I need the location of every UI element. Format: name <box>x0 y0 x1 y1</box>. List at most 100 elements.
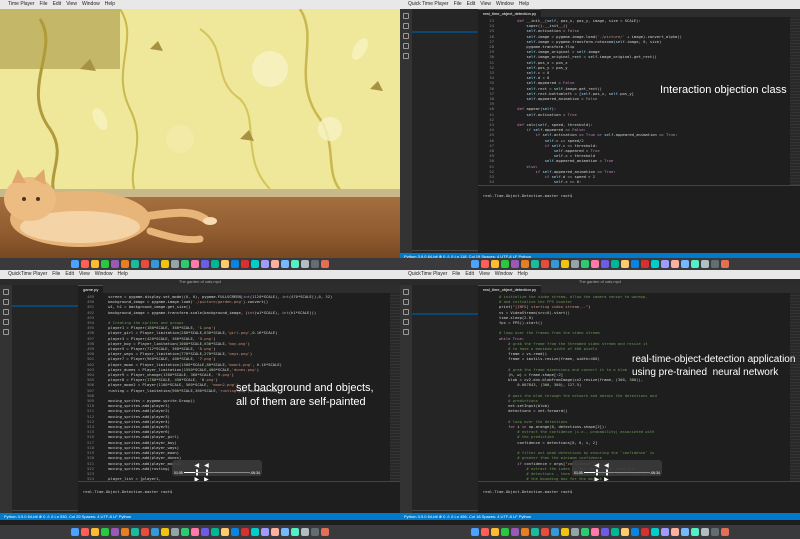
menu-item[interactable]: Edit <box>465 271 474 277</box>
dock-app-icon[interactable] <box>551 260 559 268</box>
menu-item[interactable]: View <box>79 271 90 277</box>
dock-app-icon[interactable] <box>121 528 129 536</box>
dock-app-icon[interactable] <box>101 528 109 536</box>
dock-app-icon[interactable] <box>201 260 209 268</box>
dock-app-icon[interactable] <box>231 528 239 536</box>
cat-video[interactable] <box>0 9 400 261</box>
dock-app-icon[interactable] <box>141 528 149 536</box>
terminal-prompt[interactable]: real-Time-Object-Detection-master root$ <box>78 487 400 496</box>
menu-item[interactable]: Window <box>95 271 113 277</box>
files-icon[interactable] <box>403 13 409 19</box>
dock-app-icon[interactable] <box>211 528 219 536</box>
dock-app-icon[interactable] <box>131 260 139 268</box>
dock-app-icon[interactable] <box>241 260 249 268</box>
dock-app-icon[interactable] <box>221 260 229 268</box>
menu-item[interactable]: View <box>66 1 77 7</box>
search-icon[interactable] <box>3 299 9 305</box>
dock-app-icon[interactable] <box>491 260 499 268</box>
dock-app-icon[interactable] <box>181 528 189 536</box>
source-control-icon[interactable] <box>3 309 9 315</box>
files-icon[interactable] <box>403 289 409 295</box>
dock-app-icon[interactable] <box>551 528 559 536</box>
dock-app-icon[interactable] <box>651 528 659 536</box>
dock-app-icon[interactable] <box>591 260 599 268</box>
dock-app-icon[interactable] <box>271 528 279 536</box>
extensions-icon[interactable] <box>403 53 409 59</box>
search-icon[interactable] <box>403 23 409 29</box>
editor-tab[interactable]: real_time_object_detection.py <box>478 9 542 17</box>
code-text[interactable]: frame = imutils.resize(frame, width=400) <box>499 356 599 361</box>
dock-app-icon[interactable] <box>531 260 539 268</box>
dock-app-icon[interactable] <box>611 260 619 268</box>
dock-app-icon[interactable] <box>631 528 639 536</box>
dock-app-icon[interactable] <box>91 260 99 268</box>
dock-app-icon[interactable] <box>201 528 209 536</box>
code-editor[interactable]: real_time_object_detection.py # initiali… <box>478 285 800 481</box>
dock-app-icon[interactable] <box>661 260 669 268</box>
dock-app-icon[interactable] <box>691 528 699 536</box>
dock-app-icon[interactable] <box>171 260 179 268</box>
dock-app-icon[interactable] <box>671 260 679 268</box>
dock-app-icon[interactable] <box>521 260 529 268</box>
menu-item[interactable]: Help <box>518 271 528 277</box>
dock-app-icon[interactable] <box>721 528 729 536</box>
debug-icon[interactable] <box>3 319 9 325</box>
dock-app-icon[interactable] <box>81 528 89 536</box>
menu-item[interactable]: File <box>52 271 60 277</box>
dock-app-icon[interactable] <box>191 260 199 268</box>
dock-app-icon[interactable] <box>471 528 479 536</box>
dock-app-icon[interactable] <box>571 260 579 268</box>
dock-app-icon[interactable] <box>671 528 679 536</box>
dock-app-icon[interactable] <box>271 260 279 268</box>
extensions-icon[interactable] <box>3 329 9 335</box>
debug-icon[interactable] <box>403 319 409 325</box>
menu-item[interactable]: File <box>452 271 460 277</box>
code-area[interactable]: 23 def __init__(self, pos_x, pos_y, imag… <box>478 17 800 185</box>
dock-app-icon[interactable] <box>561 528 569 536</box>
dock-app-icon[interactable] <box>721 260 729 268</box>
dock-app-icon[interactable] <box>621 260 629 268</box>
dock-app-icon[interactable] <box>261 528 269 536</box>
dock-app-icon[interactable] <box>481 528 489 536</box>
dock-app-icon[interactable] <box>611 528 619 536</box>
menu-item[interactable]: QuickTime Player <box>408 271 447 277</box>
dock-app-icon[interactable] <box>491 528 499 536</box>
dock-app-icon[interactable] <box>111 528 119 536</box>
dock-app-icon[interactable] <box>521 528 529 536</box>
dock-app-icon[interactable] <box>701 528 709 536</box>
menu-item[interactable]: View <box>480 1 491 7</box>
dock-app-icon[interactable] <box>321 260 329 268</box>
dock-app-icon[interactable] <box>681 528 689 536</box>
dock-app-icon[interactable] <box>541 528 549 536</box>
dock-app-icon[interactable] <box>291 260 299 268</box>
dock-app-icon[interactable] <box>91 528 99 536</box>
debug-icon[interactable] <box>403 43 409 49</box>
dock-app-icon[interactable] <box>211 260 219 268</box>
dock-app-icon[interactable] <box>171 528 179 536</box>
menu-item[interactable]: View <box>479 271 490 277</box>
dock-app-icon[interactable] <box>241 528 249 536</box>
dock-app-icon[interactable] <box>641 528 649 536</box>
dock-app-icon[interactable] <box>191 528 199 536</box>
terminal-prompt[interactable]: real-Time-Object-Detection-master root$ <box>478 191 800 200</box>
dock-app-icon[interactable] <box>121 260 129 268</box>
menu-item[interactable]: Help <box>118 271 128 277</box>
menu-item[interactable]: Edit <box>467 1 476 7</box>
dock-app-icon[interactable] <box>711 260 719 268</box>
dock-app-icon[interactable] <box>511 260 519 268</box>
file-tree-item[interactable] <box>412 39 478 41</box>
menu-item[interactable]: Help <box>105 1 115 7</box>
menu-item[interactable]: Help <box>519 1 529 7</box>
dock-app-icon[interactable] <box>471 260 479 268</box>
minimap[interactable] <box>790 17 800 185</box>
minimap[interactable] <box>390 293 400 481</box>
file-tree-item[interactable] <box>412 313 478 315</box>
dock-app-icon[interactable] <box>251 260 259 268</box>
menu-item[interactable]: File <box>454 1 462 7</box>
dock-app-icon[interactable] <box>151 260 159 268</box>
dock-app-icon[interactable] <box>131 528 139 536</box>
files-icon[interactable] <box>3 289 9 295</box>
code-text[interactable]: background_image = pygame.transform.scal… <box>99 310 316 315</box>
dock-app-icon[interactable] <box>581 528 589 536</box>
dock-app-icon[interactable] <box>571 528 579 536</box>
